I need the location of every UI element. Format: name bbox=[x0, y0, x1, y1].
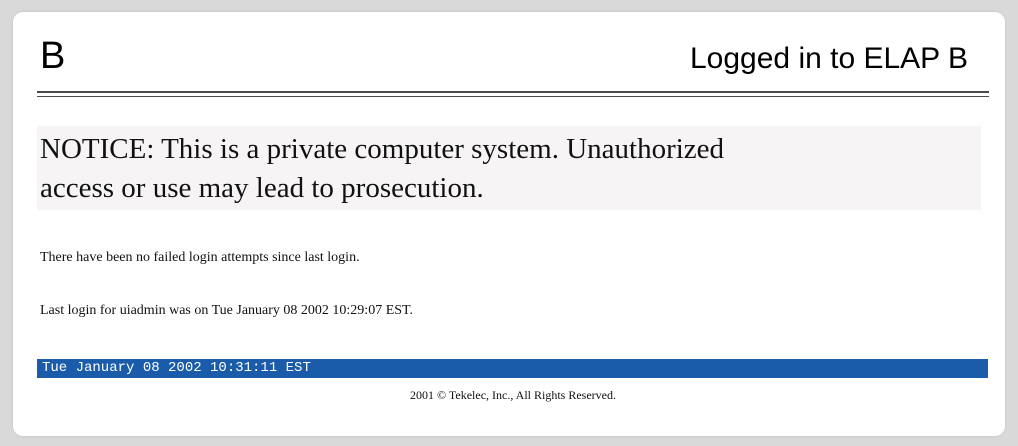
last-login-message: Last login for uiadmin was on Tue Januar… bbox=[40, 303, 414, 318]
login-banner-panel: B Logged in to ELAP B NOTICE: This is a … bbox=[13, 12, 1005, 436]
header-divider-secondary bbox=[37, 96, 989, 97]
legal-notice-line-2: access or use may lead to prosecution. bbox=[40, 172, 484, 204]
legal-notice-line-1: NOTICE: This is a private computer syste… bbox=[40, 133, 725, 165]
header-divider bbox=[37, 91, 989, 93]
login-status: Logged in to ELAP B bbox=[690, 42, 968, 75]
current-datetime: Tue January 08 2002 10:31:11 EST bbox=[42, 360, 311, 376]
legal-notice: NOTICE: This is a private computer syste… bbox=[40, 130, 940, 208]
failed-login-message: There have been no failed login attempts… bbox=[40, 250, 360, 265]
status-bar: Tue January 08 2002 10:31:11 EST bbox=[37, 359, 988, 378]
server-letter: B bbox=[40, 35, 66, 77]
copyright-notice: 2001 © Tekelec, Inc., All Rights Reserve… bbox=[409, 388, 616, 402]
